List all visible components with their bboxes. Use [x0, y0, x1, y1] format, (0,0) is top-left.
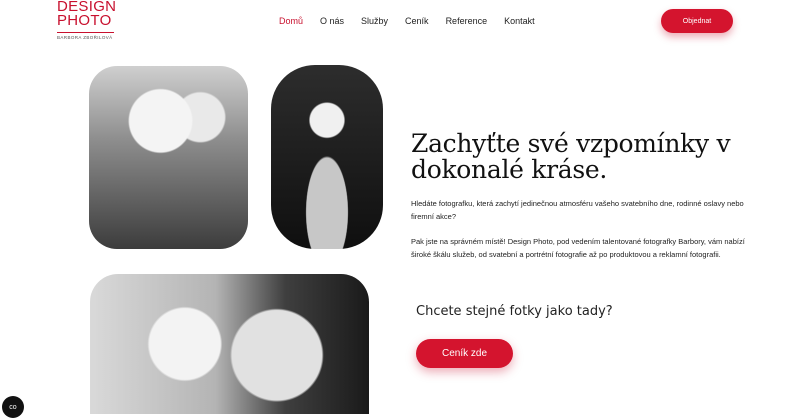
- hero-paragraph-1: Hledáte fotografku, která zachytí jedine…: [411, 199, 744, 221]
- pricing-button[interactable]: Ceník zde: [416, 339, 513, 368]
- nav-item-domu[interactable]: Domů: [279, 16, 303, 26]
- hero-paragraph-2: Pak jste na správném místě! Design Photo…: [411, 237, 745, 259]
- logo-subtitle: BARBORA ZBOŘILOVÁ: [57, 35, 113, 40]
- logo[interactable]: DESIGN PHOTO BARBORA ZBOŘILOVÁ: [57, 0, 116, 40]
- logo-divider: [57, 32, 114, 33]
- hero-headline: Zachyťte své vzpomínky v dokonalé kráse.: [411, 129, 731, 184]
- nav-item-cenik[interactable]: Ceník: [405, 16, 429, 26]
- nav-item-sluzby[interactable]: Služby: [361, 16, 388, 26]
- nav-item-kontakt[interactable]: Kontakt: [504, 16, 535, 26]
- cookie-settings-button[interactable]: co: [2, 396, 24, 418]
- nav-item-reference[interactable]: Reference: [446, 16, 488, 26]
- order-button[interactable]: Objednat: [661, 9, 733, 33]
- main-nav: Domů O nás Služby Ceník Reference Kontak…: [279, 16, 535, 26]
- nav-item-o-nas[interactable]: O nás: [320, 16, 344, 26]
- logo-line-2: PHOTO: [57, 12, 112, 29]
- hero-question: Chcete stejné fotky jako tady?: [416, 304, 613, 319]
- wedding-couple-photo: [89, 66, 248, 249]
- portrait-woman-photo: [271, 65, 383, 249]
- mother-child-photo: [90, 274, 369, 414]
